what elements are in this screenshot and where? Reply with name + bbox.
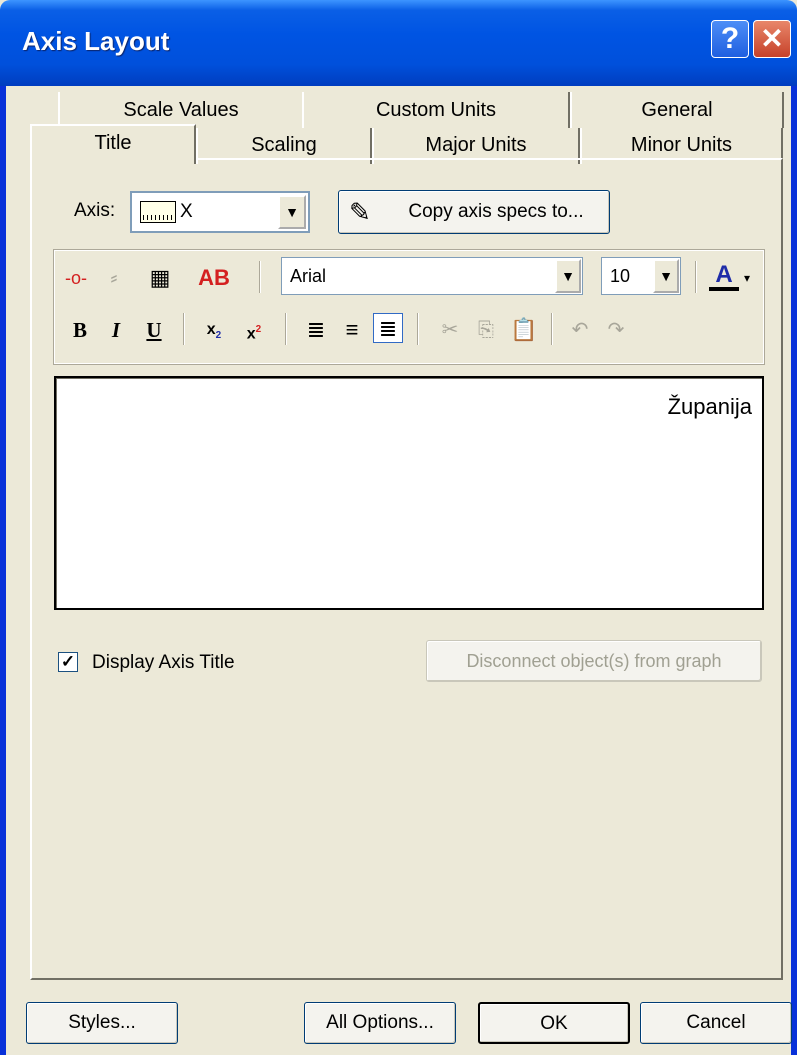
title-text: Županija [667, 394, 752, 419]
ok-button[interactable]: OK [478, 1002, 630, 1044]
close-button[interactable]: ✕ [753, 20, 791, 58]
tab-label: Custom Units [375, 99, 497, 121]
disconnect-button[interactable]: Disconnect object(s) from graph [426, 640, 762, 682]
toolbar-separator [259, 261, 261, 293]
tab-title[interactable]: Title [30, 124, 196, 164]
text-style-icon[interactable]: AB [189, 263, 239, 293]
font-value: Arial [290, 266, 327, 286]
tab-label: Scaling [251, 134, 317, 156]
axis-label: Axis: [74, 200, 116, 221]
copy-axis-specs-label: Copy axis specs to... [408, 201, 584, 222]
bold-icon[interactable]: B [65, 315, 95, 345]
window-frame-right [791, 86, 797, 1055]
pencil-icon: ✎ [349, 197, 371, 227]
underline-icon[interactable]: U [139, 315, 169, 345]
chevron-down-icon[interactable]: ▼ [653, 259, 679, 293]
tab-label: Major Units [425, 134, 527, 156]
paste-icon[interactable]: 📋 [509, 315, 539, 345]
window-title: Axis Layout [22, 26, 170, 56]
window-frame-left [0, 86, 6, 1055]
symbol-icon[interactable]: ⸗ [99, 263, 129, 293]
display-axis-title-label: Display Axis Title [92, 652, 235, 673]
font-size-select[interactable]: 10 ▼ [601, 257, 681, 295]
subscript-icon[interactable]: x2 [199, 315, 229, 345]
cancel-button[interactable]: Cancel [640, 1002, 792, 1044]
chevron-down-icon[interactable]: ▾ [739, 263, 755, 293]
help-button[interactable]: ? [711, 20, 749, 58]
toolbar-separator [285, 313, 287, 345]
tab-label: General [641, 99, 713, 121]
tab-custom-units[interactable]: Custom Units [302, 92, 570, 128]
align-right-icon[interactable]: ≣ [373, 313, 403, 343]
close-icon: ✕ [760, 23, 784, 54]
all-options-button[interactable]: All Options... [304, 1002, 456, 1044]
font-color-icon[interactable]: A [709, 261, 739, 291]
toolbar-separator [183, 313, 185, 345]
checkmark-icon: ✓ [60, 652, 76, 671]
font-size-value: 10 [610, 266, 631, 286]
redo-icon[interactable]: ↷ [601, 315, 631, 345]
axis-select[interactable]: X ▼ [130, 191, 310, 233]
tab-label: Title [94, 132, 132, 154]
tab-label: Minor Units [630, 134, 733, 156]
title-text-area[interactable]: Županija [54, 376, 764, 610]
toolbar-separator [551, 313, 553, 345]
help-icon: ? [720, 22, 740, 55]
toolbar-separator [417, 313, 419, 345]
copy-axis-specs-button[interactable]: ✎ Copy axis specs to... [338, 190, 610, 234]
align-left-icon[interactable]: ≣ [301, 315, 331, 345]
toolbar-separator [695, 261, 697, 293]
text-toolbar: -o- ⸗ ▦ AB Arial ▼ 10 ▼ A ▾ B I U x2 x2 … [53, 249, 765, 365]
ruler-icon [140, 201, 176, 223]
align-center-icon[interactable]: ≡ [337, 315, 367, 345]
axis-value: X [180, 201, 193, 222]
table-icon[interactable]: ▦ [145, 263, 175, 293]
undo-icon[interactable]: ↶ [565, 315, 595, 345]
cut-icon[interactable]: ✂ [435, 315, 465, 345]
italic-icon[interactable]: I [101, 315, 131, 345]
copy-icon[interactable]: ⎘ [471, 315, 501, 345]
chevron-down-icon[interactable]: ▼ [278, 195, 306, 229]
tab-general[interactable]: General [570, 92, 784, 128]
styles-button[interactable]: Styles... [26, 1002, 178, 1044]
superscript-icon[interactable]: x2 [239, 315, 269, 345]
chevron-down-icon[interactable]: ▼ [555, 259, 581, 293]
title-bar: Axis Layout ? ✕ [0, 0, 797, 86]
display-axis-title-checkbox[interactable]: ✓ [58, 652, 78, 672]
font-select[interactable]: Arial ▼ [281, 257, 583, 295]
marker-icon[interactable]: -o- [61, 263, 91, 293]
tab-scale-values[interactable]: Scale Values [58, 92, 304, 128]
tab-label: Scale Values [123, 99, 239, 121]
